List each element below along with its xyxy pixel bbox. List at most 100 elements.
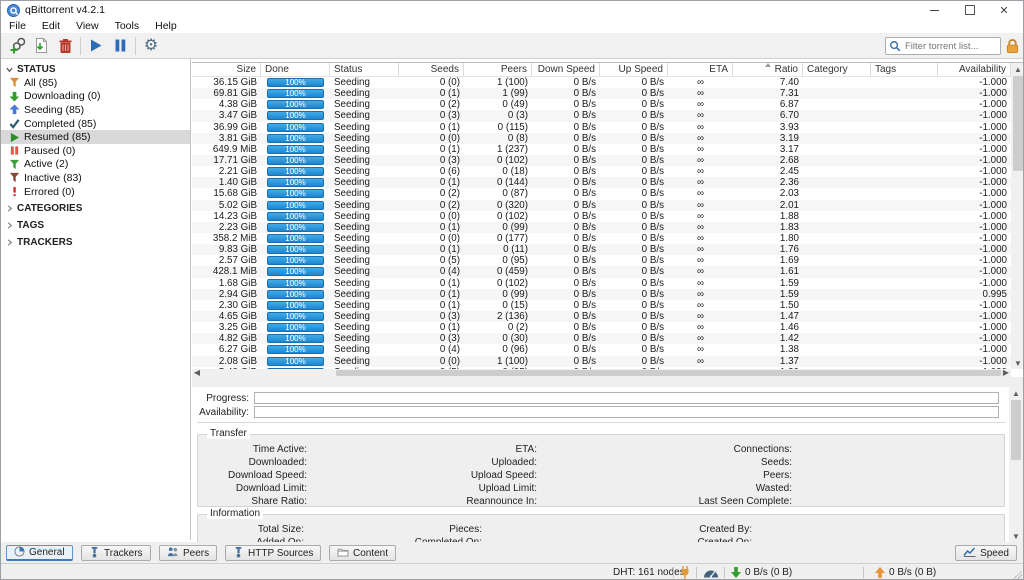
tab-trackers[interactable]: Trackers [81, 545, 151, 561]
table-row[interactable]: 1.40 GiB100%Seeding0 (1)0 (144)0 B/s0 B/… [192, 177, 1011, 188]
menu-view[interactable]: View [68, 20, 107, 32]
sidebar-item-errored[interactable]: Errored (0) [1, 185, 190, 199]
table-row[interactable]: 3.81 GiB100%Seeding0 (0)0 (8)0 B/s0 B/s∞… [192, 133, 1011, 144]
sidebar-item-completed[interactable]: Completed (85) [1, 117, 190, 131]
panel-splitter[interactable] [192, 377, 1024, 387]
cell-peers: 0 (49) [464, 99, 532, 110]
sidebar-section-header-trackers[interactable]: TRACKERS [1, 236, 190, 249]
scroll-up-icon[interactable]: ▲ [1011, 63, 1024, 75]
table-row[interactable]: 428.1 MiB100%Seeding0 (4)0 (459)0 B/s0 B… [192, 266, 1011, 277]
menu-help[interactable]: Help [147, 20, 185, 32]
sidebar-item-inactive[interactable]: Inactive (83) [1, 171, 190, 185]
chevron-right-icon [5, 204, 17, 213]
table-row[interactable]: 649.9 MiB100%Seeding0 (1)1 (237)0 B/s0 B… [192, 144, 1011, 155]
column-header-eta[interactable]: ETA [668, 63, 733, 76]
cell-size: 3.47 GiB [192, 110, 261, 121]
add-torrent-link-icon[interactable] [5, 36, 29, 56]
sidebar-item-downloading[interactable]: Downloading (0) [1, 90, 190, 104]
sidebar-item-resumed[interactable]: Resumed (85) [1, 130, 190, 144]
table-row[interactable]: 3.25 GiB100%Seeding0 (1)0 (2)0 B/s0 B/s∞… [192, 322, 1011, 333]
table-row[interactable]: 17.71 GiB100%Seeding0 (3)0 (102)0 B/s0 B… [192, 155, 1011, 166]
scroll-left-icon[interactable]: ◀ [192, 369, 202, 377]
menu-edit[interactable]: Edit [34, 20, 68, 32]
tab-content[interactable]: Content [329, 545, 396, 561]
resize-grip[interactable] [1012, 570, 1022, 580]
sidebar-item-active[interactable]: Active (2) [1, 158, 190, 172]
table-row[interactable]: 6.27 GiB100%Seeding0 (4)0 (96)0 B/s0 B/s… [192, 344, 1011, 355]
column-header-availability[interactable]: Availability [938, 63, 1011, 76]
menu-file[interactable]: File [1, 20, 34, 32]
progress-bar: 100% [267, 78, 324, 87]
connection-status-icon[interactable] [680, 564, 690, 580]
column-header-tags[interactable]: Tags [871, 63, 938, 76]
progress-bar [254, 392, 999, 404]
table-row[interactable]: 2.30 GiB100%Seeding0 (1)0 (15)0 B/s0 B/s… [192, 300, 1011, 311]
table-row[interactable]: 9.83 GiB100%Seeding0 (1)0 (11)0 B/s0 B/s… [192, 244, 1011, 255]
table-row[interactable]: 2.57 GiB100%Seeding0 (5)0 (95)0 B/s0 B/s… [192, 255, 1011, 266]
table-row[interactable]: 3.47 GiB100%Seeding0 (3)0 (3)0 B/s0 B/s∞… [192, 110, 1011, 121]
details-vertical-scrollbar[interactable]: ▲ ▼ [1009, 387, 1023, 542]
table-row[interactable]: 4.65 GiB100%Seeding0 (3)2 (136)0 B/s0 B/… [192, 311, 1011, 322]
table-row[interactable]: 14.23 GiB100%Seeding0 (0)0 (102)0 B/s0 B… [192, 211, 1011, 222]
sidebar-item-paused[interactable]: Paused (0) [1, 144, 190, 158]
tab-label: Peers [183, 548, 209, 559]
scroll-right-icon[interactable]: ▶ [1001, 369, 1011, 377]
table-row[interactable]: 15.68 GiB100%Seeding0 (2)0 (87)0 B/s0 B/… [192, 188, 1011, 199]
table-row[interactable]: 4.38 GiB100%Seeding0 (2)0 (49)0 B/s0 B/s… [192, 99, 1011, 110]
column-header-down-speed[interactable]: Down Speed [532, 63, 600, 76]
sidebar-section-header-tags[interactable]: TAGS [1, 219, 190, 232]
column-header-done[interactable]: Done [261, 63, 330, 76]
column-header-size[interactable]: Size [192, 63, 261, 76]
sidebar-item-all[interactable]: All (85) [1, 76, 190, 90]
table-vertical-scrollbar[interactable]: ▲ ▼ [1011, 63, 1024, 369]
filter-input[interactable] [903, 40, 999, 53]
column-header-up-speed[interactable]: Up Speed [600, 63, 668, 76]
minimize-button[interactable] [917, 1, 951, 19]
table-row[interactable]: 2.08 GiB100%Seeding0 (0)1 (100)0 B/s0 B/… [192, 356, 1011, 367]
title-bar[interactable]: qBittorrent v4.2.1 ✕ [1, 1, 1023, 19]
add-torrent-file-icon[interactable] [29, 36, 53, 56]
table-row[interactable]: 4.82 GiB100%Seeding0 (3)0 (30)0 B/s0 B/s… [192, 333, 1011, 344]
cell-peers: 1 (100) [464, 77, 532, 88]
scrollbar-thumb[interactable] [1011, 400, 1021, 460]
scroll-up-icon[interactable]: ▲ [1009, 387, 1023, 399]
table-row[interactable]: 1.68 GiB100%Seeding0 (1)0 (102)0 B/s0 B/… [192, 278, 1011, 289]
table-row[interactable]: 2.23 GiB100%Seeding0 (1)0 (99)0 B/s0 B/s… [192, 222, 1011, 233]
cell-eta: ∞ [668, 99, 733, 110]
tab-peers[interactable]: Peers [159, 545, 217, 561]
table-horizontal-scrollbar[interactable]: ◀ ▶ [192, 369, 1011, 377]
speed-button[interactable]: Speed [955, 545, 1017, 561]
scrollbar-thumb[interactable] [336, 370, 1001, 376]
lock-icon[interactable] [1005, 38, 1020, 54]
sidebar-item-seeding[interactable]: Seeding (85) [1, 103, 190, 117]
table-row[interactable]: 69.81 GiB100%Seeding0 (1)1 (99)0 B/s0 B/… [192, 88, 1011, 99]
close-button[interactable]: ✕ [987, 1, 1021, 19]
column-header-peers[interactable]: Peers [464, 63, 532, 76]
column-header-seeds[interactable]: Seeds [399, 63, 464, 76]
speed-limits-icon[interactable] [703, 564, 719, 580]
scrollbar-thumb[interactable] [1013, 76, 1023, 171]
sidebar-section-header-categories[interactable]: CATEGORIES [1, 202, 190, 215]
scroll-down-icon[interactable]: ▼ [1011, 357, 1024, 369]
tab-general[interactable]: General [6, 545, 73, 561]
scroll-down-icon[interactable]: ▼ [1009, 530, 1023, 542]
tab-http-sources[interactable]: HTTP Sources [225, 545, 321, 561]
table-row[interactable]: 2.21 GiB100%Seeding0 (6)0 (18)0 B/s0 B/s… [192, 166, 1011, 177]
column-header-category[interactable]: Category [803, 63, 871, 76]
resume-icon[interactable] [84, 36, 108, 56]
options-icon[interactable]: ⚙ [139, 36, 163, 56]
pause-icon[interactable] [108, 36, 132, 56]
general-tab-icon [14, 546, 25, 560]
column-header-status[interactable]: Status [330, 63, 399, 76]
column-header-ratio[interactable]: Ratio [733, 63, 803, 76]
maximize-button[interactable] [953, 1, 987, 19]
sidebar-section-header-status[interactable]: STATUS [1, 63, 190, 76]
table-row[interactable]: 5.02 GiB100%Seeding0 (2)0 (320)0 B/s0 B/… [192, 200, 1011, 211]
delete-icon[interactable] [53, 36, 77, 56]
table-row[interactable]: 2.94 GiB100%Seeding0 (1)0 (99)0 B/s0 B/s… [192, 289, 1011, 300]
tab-label: HTTP Sources [248, 548, 313, 559]
table-row[interactable]: 36.99 GiB100%Seeding0 (1)0 (115)0 B/s0 B… [192, 122, 1011, 133]
table-row[interactable]: 358.2 MiB100%Seeding0 (0)0 (177)0 B/s0 B… [192, 233, 1011, 244]
table-row[interactable]: 36.15 GiB100%Seeding0 (0)1 (100)0 B/s0 B… [192, 77, 1011, 88]
menu-tools[interactable]: Tools [107, 20, 148, 32]
